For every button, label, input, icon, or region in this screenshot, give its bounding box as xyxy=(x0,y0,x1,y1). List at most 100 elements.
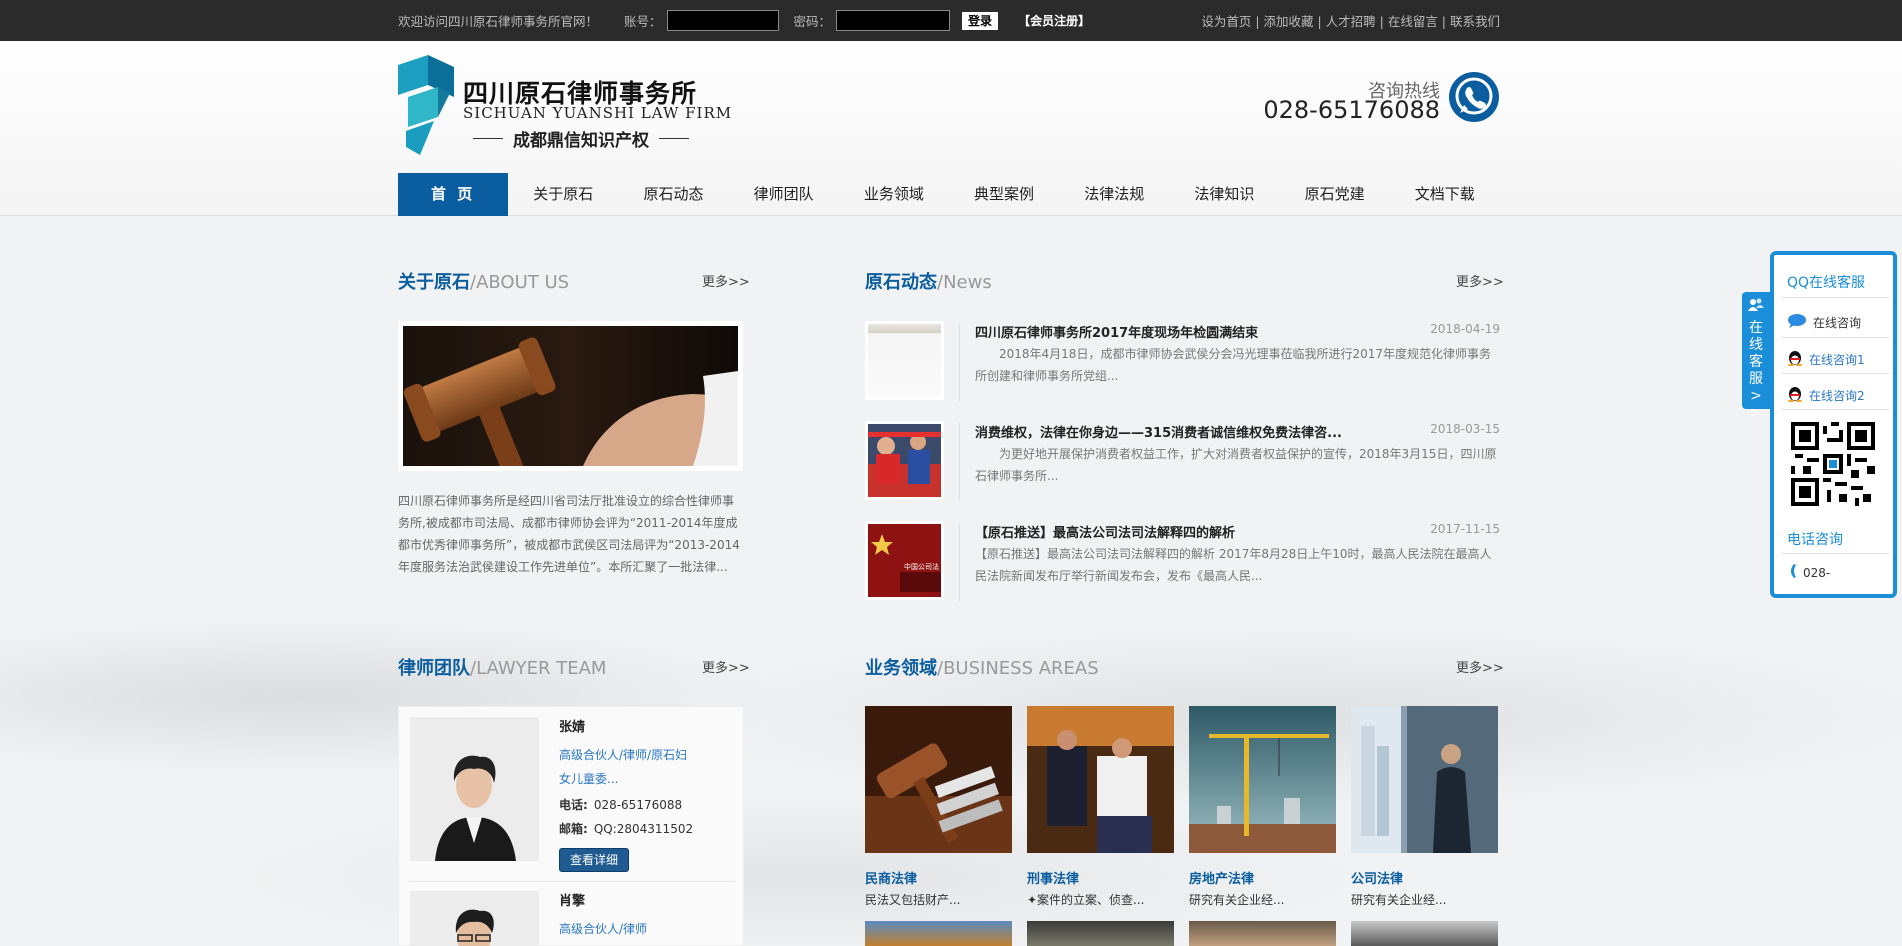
team-list: 张婧 高级合伙人/律师/原石妇女儿童委... 电话: 028-65176088 邮… xyxy=(398,706,744,946)
lawyer-phone: 电话: 028-65176088 xyxy=(559,796,682,813)
about-title-en: /ABOUT US xyxy=(470,272,570,293)
about-more-link[interactable]: 更多>> xyxy=(702,271,750,290)
nav-party[interactable]: 原石党建 xyxy=(1280,173,1390,216)
phone-handset-icon xyxy=(1787,563,1797,582)
news-excerpt: 【原石推送】最高法公司法司法解释四的解析 2017年8月28日上午10时，最高人… xyxy=(975,547,1492,583)
service-people-icon xyxy=(1748,298,1764,311)
nav-home[interactable]: 首 页 xyxy=(398,173,509,216)
business-more-link[interactable]: 更多>> xyxy=(1456,657,1504,676)
qq-consult-2-link[interactable]: 在线咨询2 xyxy=(1787,385,1865,405)
float-service-panel: QQ在线客服 在线咨询 在线咨询1 在线咨询2 电话咨询 028- xyxy=(1770,251,1897,598)
logo-subtitle: 成都鼎信知识产权 xyxy=(463,126,699,151)
business-name[interactable]: 公司法律 xyxy=(1351,868,1498,887)
divider xyxy=(1782,553,1889,554)
nav-laws[interactable]: 法律法规 xyxy=(1059,173,1169,216)
lawyer-photo[interactable] xyxy=(410,891,539,946)
hotline-number: 028-65176088 xyxy=(1263,96,1440,124)
business-image[interactable] xyxy=(1189,706,1336,853)
phone-number-text: 028- xyxy=(1803,565,1831,580)
divider xyxy=(409,881,735,882)
divider xyxy=(959,523,960,601)
business-card[interactable]: 刑事法律 ✦案件的立案、侦查... xyxy=(1027,706,1174,908)
business-image[interactable] xyxy=(1027,706,1174,853)
about-image[interactable] xyxy=(398,321,743,471)
news-date: 2018-03-15 xyxy=(1430,422,1500,436)
top-right-links[interactable]: 设为首页 | 添加收藏 | 人才招聘 | 在线留言 | 联系我们 xyxy=(1201,11,1500,30)
business-card[interactable]: 民商法律 民法又包括财产... xyxy=(865,706,1012,908)
business-image-row2[interactable] xyxy=(1027,921,1174,946)
nav-news[interactable]: 原石动态 xyxy=(618,173,728,216)
business-name[interactable]: 民商法律 xyxy=(865,868,1012,887)
news-title-link[interactable]: 【原石推送】最高法公司法司法解释四的解析 xyxy=(975,522,1235,541)
business-image[interactable] xyxy=(865,706,1012,853)
lawyer-email: 邮箱: QQ:2804311502 xyxy=(559,820,693,837)
business-name[interactable]: 刑事法律 xyxy=(1027,868,1174,887)
business-image[interactable] xyxy=(1351,706,1498,853)
nav-cases[interactable]: 典型案例 xyxy=(949,173,1059,216)
news-thumbnail[interactable] xyxy=(865,321,944,400)
account-input[interactable] xyxy=(666,10,779,31)
password-label: 密码： xyxy=(793,14,832,29)
about-title-cn: 关于原石 xyxy=(398,272,470,293)
business-title-cn: 业务领域 xyxy=(865,658,937,679)
lawyer-name[interactable]: 张婧 xyxy=(559,716,585,735)
qq-penguin-icon xyxy=(1787,385,1803,405)
lawyer-photo[interactable] xyxy=(410,717,539,861)
nav-team[interactable]: 律师团队 xyxy=(729,173,839,216)
register-link[interactable]: 【会员注册】 xyxy=(1018,12,1090,29)
divider xyxy=(1782,337,1889,338)
lawyer-name[interactable]: 肖擎 xyxy=(559,890,585,909)
lawyer-title[interactable]: 高级合伙人/律师/原石妇女儿童委... xyxy=(559,743,699,791)
logo-icon[interactable] xyxy=(398,55,454,155)
main-nav: 首 页 关于原石 原石动态 律师团队 业务领域 典型案例 法律法规 法律知识 原… xyxy=(398,173,1500,216)
news-title-link[interactable]: 消费维权，法律在你身边——315消费者诚信维权免费法律咨... xyxy=(975,422,1342,441)
business-name[interactable]: 房地产法律 xyxy=(1189,868,1336,887)
news-item[interactable]: 中国公司法 【原石推送】最高法公司法司法解释四的解析 2017-11-15 【原… xyxy=(865,521,1500,611)
qq-penguin-icon xyxy=(1787,349,1803,369)
business-image-row2[interactable] xyxy=(1351,921,1498,946)
business-title: 业务领域/BUSINESS AREAS xyxy=(865,654,1099,680)
team-more-link[interactable]: 更多>> xyxy=(702,657,750,676)
business-image-row2[interactable] xyxy=(1189,921,1336,946)
qq-consult-1-link[interactable]: 在线咨询1 xyxy=(1787,349,1865,369)
news-item[interactable]: 四川原石律师事务所2017年度现场年检圆满结束 2018-04-19 2018年… xyxy=(865,321,1500,411)
divider xyxy=(959,423,960,501)
password-input[interactable] xyxy=(836,10,951,31)
business-card[interactable]: 公司法律 研究有关企业经... xyxy=(1351,706,1498,908)
top-bar: 欢迎访问四川原石律师事务所官网！ 账号： 密码： 登录 【会员注册】 设为首页 … xyxy=(0,0,1902,41)
qq-consult-2-label: 在线咨询2 xyxy=(1809,388,1865,403)
news-item[interactable]: 消费维权，法律在你身边——315消费者诚信维权免费法律咨... 2018-03-… xyxy=(865,421,1500,511)
news-title: 原石动态/News xyxy=(865,268,992,294)
nav-downloads[interactable]: 文档下载 xyxy=(1390,173,1500,216)
email-label: 邮箱: xyxy=(559,822,588,836)
business-desc: 研究有关企业经... xyxy=(1351,893,1447,907)
news-thumbnail[interactable]: 中国公司法 xyxy=(865,521,944,600)
business-card[interactable]: 房地产法律 研究有关企业经... xyxy=(1189,706,1336,908)
phone-value: 028-65176088 xyxy=(593,798,683,812)
business-image-row2[interactable] xyxy=(865,921,1012,946)
divider xyxy=(1782,297,1889,298)
online-consult-link[interactable]: 在线咨询 xyxy=(1787,313,1861,332)
news-excerpt: 2018年4月18日，成都市律师协会武侯分会冯光理事莅临我所进行2017年度规范… xyxy=(975,347,1491,383)
phone-consult-title: 电话咨询 xyxy=(1787,532,1843,548)
divider xyxy=(959,323,960,401)
business-title-en: /BUSINESS AREAS xyxy=(937,658,1099,679)
nav-about[interactable]: 关于原石 xyxy=(508,173,618,216)
news-more-link[interactable]: 更多>> xyxy=(1456,271,1504,290)
qq-consult-1-label: 在线咨询1 xyxy=(1809,352,1865,367)
team-title-cn: 律师团队 xyxy=(398,658,470,679)
news-excerpt: 为更好地开展保护消费者权益工作，扩大对消费者权益保护的宣传，2018年3月15日… xyxy=(975,447,1497,483)
view-details-button[interactable]: 查看详细 xyxy=(559,848,629,872)
news-title-link[interactable]: 四川原石律师事务所2017年度现场年检圆满结束 xyxy=(975,322,1258,341)
divider xyxy=(1782,409,1889,410)
lawyer-title[interactable]: 高级合伙人/律师 xyxy=(559,917,699,941)
float-service-tab[interactable]: 在线客服>> xyxy=(1742,292,1770,421)
news-title-en: /News xyxy=(937,272,992,293)
divider xyxy=(1782,373,1889,374)
float-tab-text: 在线客服>> xyxy=(1749,320,1763,421)
login-button[interactable]: 登录 xyxy=(962,11,999,30)
nav-knowledge[interactable]: 法律知识 xyxy=(1169,173,1279,216)
nav-business[interactable]: 业务领域 xyxy=(839,173,949,216)
welcome-text: 欢迎访问四川原石律师事务所官网！ xyxy=(398,14,599,29)
news-thumbnail[interactable] xyxy=(865,421,944,500)
